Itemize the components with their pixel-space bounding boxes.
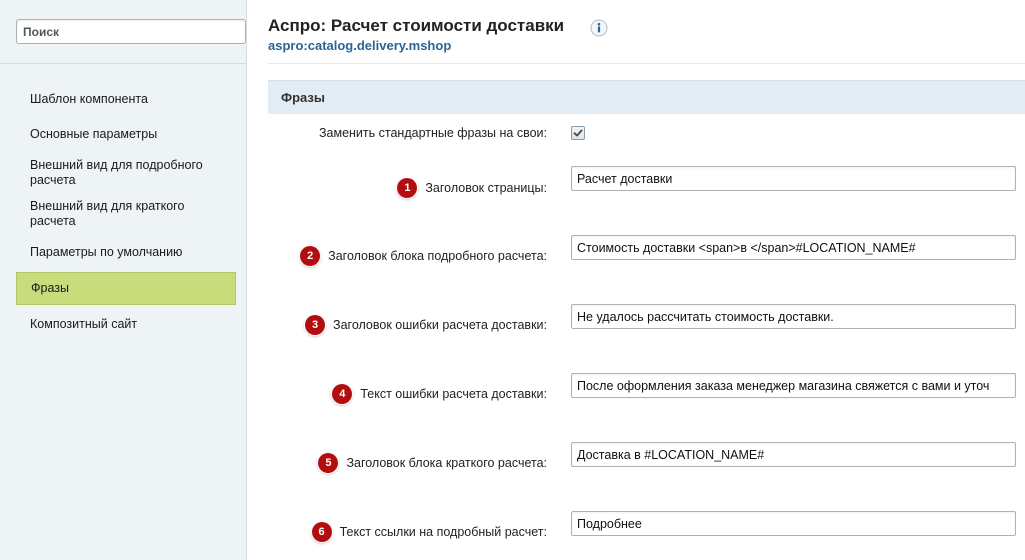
field-label-text: Заголовок страницы:: [425, 181, 547, 195]
sidebar-item-label: Фразы: [31, 281, 69, 295]
field-label-short-block-title: 5 Заголовок блока краткого расчета:: [318, 453, 547, 473]
number-badge: 4: [332, 384, 353, 404]
number-badge: 1: [397, 178, 418, 198]
sidebar-item-label: Шаблон компонента: [30, 92, 148, 106]
page-title: Аспро: Расчет стоимости доставки: [268, 16, 565, 35]
field-label-text: Текст ссылки на подробный расчет:: [339, 525, 547, 539]
number-badge: 6: [311, 522, 332, 542]
short-block-title-input[interactable]: [571, 442, 1016, 467]
sidebar-item-label: Основные параметры: [30, 127, 158, 141]
number-badge: 3: [305, 315, 326, 335]
header-divider: [268, 63, 1025, 64]
replace-phrases-checkbox[interactable]: [571, 126, 585, 140]
sidebar: Шаблон компонента Основные параметры Вне…: [0, 0, 247, 560]
number-badge: 2: [300, 246, 321, 266]
error-title-input[interactable]: [571, 304, 1016, 329]
replace-phrases-label: Заменить стандартные фразы на свои:: [319, 126, 547, 140]
field-label-text: Текст ошибки расчета доставки:: [360, 387, 547, 401]
sidebar-item-label: Внешний вид для краткого расчета: [30, 199, 185, 228]
sidebar-item-phrases[interactable]: Фразы: [16, 272, 236, 305]
field-label-error-text: 4 Текст ошибки расчета доставки:: [332, 384, 547, 404]
sidebar-item-component-template[interactable]: Шаблон компонента: [16, 92, 236, 107]
field-label-detail-block-title: 2 Заголовок блока подробного расчета:: [300, 246, 547, 266]
error-text-input[interactable]: [571, 373, 1016, 398]
section-title: Фразы: [281, 90, 325, 105]
sidebar-item-detail-view[interactable]: Внешний вид для подробного расчета: [16, 158, 226, 188]
field-label-text: Заголовок блока подробного расчета:: [328, 249, 547, 263]
replace-phrases-label-text: Заменить стандартные фразы на свои:: [318, 126, 547, 140]
page-title-input[interactable]: [571, 166, 1016, 191]
detail-link-text-input[interactable]: [571, 511, 1016, 536]
component-code: aspro:catalog.delivery.mshop: [268, 38, 452, 53]
field-label-page-title: 1 Заголовок страницы:: [397, 178, 547, 198]
field-label-error-title: 3 Заголовок ошибки расчета доставки:: [305, 315, 547, 335]
sidebar-item-composite-site[interactable]: Композитный сайт: [16, 317, 236, 332]
sidebar-item-short-view[interactable]: Внешний вид для краткого расчета: [16, 199, 216, 229]
sidebar-item-label: Композитный сайт: [30, 317, 138, 331]
number-badge: 5: [318, 453, 339, 473]
info-icon[interactable]: [590, 19, 608, 37]
sidebar-item-main-params[interactable]: Основные параметры: [16, 127, 236, 142]
sidebar-divider: [0, 63, 246, 64]
check-icon: [573, 129, 583, 137]
detail-block-title-input[interactable]: [571, 235, 1016, 260]
sidebar-item-label: Параметры по умолчанию: [30, 245, 183, 259]
field-label-text: Заголовок ошибки расчета доставки:: [333, 318, 547, 332]
section-header: Фразы: [268, 80, 1025, 114]
sidebar-item-defaults[interactable]: Параметры по умолчанию: [16, 245, 236, 260]
search-input[interactable]: [16, 19, 246, 44]
field-label-detail-link-text: 6 Текст ссылки на подробный расчет:: [311, 522, 547, 542]
sidebar-item-label: Внешний вид для подробного расчета: [30, 158, 203, 187]
field-label-text: Заголовок блока краткого расчета:: [346, 456, 547, 470]
